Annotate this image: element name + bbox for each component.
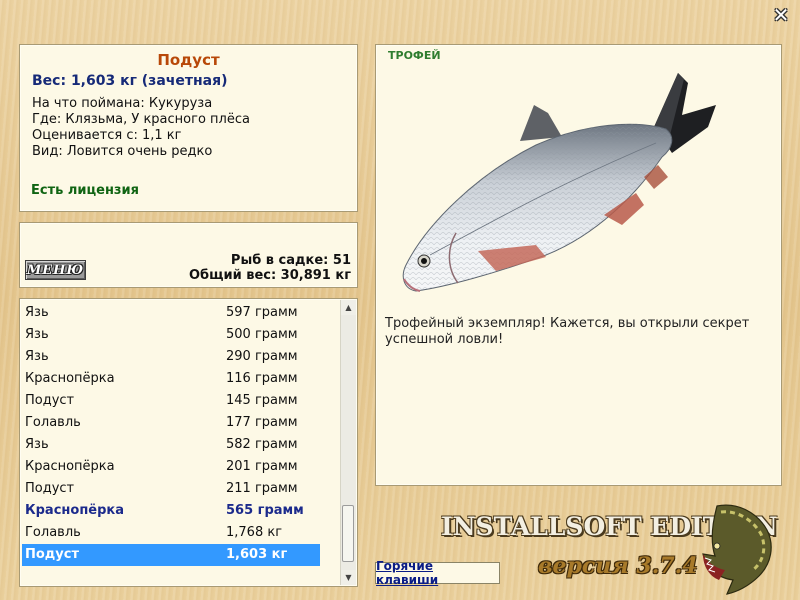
list-item[interactable]: Подуст 211 грамм: [22, 478, 320, 500]
list-item-name: Краснопёрка: [25, 503, 125, 518]
list-item-name: Язь: [25, 327, 49, 342]
fish-count: Рыб в садке: 51: [230, 253, 351, 268]
list-item-weight: 597 грамм: [226, 305, 298, 320]
catch-summary-panel: МЕНЮ Рыб в садке: 51 Общий вес: 30,891 к…: [19, 222, 358, 288]
list-item[interactable]: Краснопёрка 116 грамм: [22, 368, 320, 390]
catch-list[interactable]: Язь 597 грамм Язь 500 грамм Язь 290 грам…: [19, 298, 358, 587]
list-item[interactable]: Язь 500 грамм: [22, 324, 320, 346]
version-label: версия 3.7.4: [538, 553, 698, 579]
trophy-label: ТРОФЕЙ: [388, 49, 441, 62]
list-item-weight: 500 грамм: [226, 327, 298, 342]
list-item[interactable]: Голавль 177 грамм: [22, 412, 320, 434]
list-item-weight: 177 грамм: [226, 415, 298, 430]
list-item-name: Краснопёрка: [25, 371, 115, 386]
list-item-selected[interactable]: Подуст 1,603 кг: [22, 544, 320, 566]
scroll-thumb[interactable]: [342, 505, 354, 562]
fish-bait: На что поймана: Кукуруза: [32, 96, 213, 111]
scroll-up-arrow-icon[interactable]: ▲: [341, 300, 356, 315]
fish-location: Где: Клязьма, У красного плёса: [32, 112, 250, 127]
fish-info-panel: Подуст Вес: 1,603 кг (зачетная) На что п…: [19, 44, 358, 212]
fish-image: [402, 73, 716, 292]
trophy-description: Трофейный экземпляр! Кажется, вы открыли…: [385, 316, 750, 347]
list-item-weight: 290 грамм: [226, 349, 298, 364]
list-item-name: Краснопёрка: [25, 459, 115, 474]
pike-logo-icon: [702, 504, 772, 595]
fish-weight: Вес: 1,603 кг (зачетная): [32, 73, 228, 89]
close-icon[interactable]: ✕: [770, 3, 792, 27]
list-item[interactable]: Подуст 145 грамм: [22, 390, 320, 412]
list-item-highlighted[interactable]: Краснопёрка 565 грамм: [22, 500, 320, 522]
list-item[interactable]: Язь 582 грамм: [22, 434, 320, 456]
list-item[interactable]: Голавль 1,768 кг: [22, 522, 320, 544]
list-item[interactable]: Язь 597 грамм: [22, 302, 320, 324]
list-item-name: Голавль: [25, 525, 81, 540]
list-item-weight: 145 грамм: [226, 393, 298, 408]
list-item-weight: 565 грамм: [226, 503, 304, 518]
list-item-name: Подуст: [25, 547, 80, 562]
list-item-name: Подуст: [25, 393, 75, 408]
list-item[interactable]: Краснопёрка 201 грамм: [22, 456, 320, 478]
list-item-weight: 116 грамм: [226, 371, 298, 386]
list-item-name: Подуст: [25, 481, 75, 496]
list-item-weight: 211 грамм: [226, 481, 298, 496]
list-item-weight: 1,603 кг: [226, 547, 288, 562]
list-scrollbar[interactable]: ▲ ▼: [340, 300, 356, 585]
list-item-weight: 582 грамм: [226, 437, 298, 452]
license-status: Есть лицензия: [31, 183, 139, 198]
scroll-down-arrow-icon[interactable]: ▼: [341, 570, 356, 585]
fish-valued-from: Оценивается с: 1,1 кг: [32, 128, 182, 143]
fish-name: Подуст: [157, 51, 220, 69]
list-item-name: Голавль: [25, 415, 81, 430]
list-item-weight: 201 грамм: [226, 459, 298, 474]
list-item-name: Язь: [25, 349, 49, 364]
trophy-panel: ТРОФЕЙ Трофейный экземпляр! Кажется, вы …: [375, 44, 782, 486]
total-weight: Общий вес: 30,891 кг: [188, 268, 351, 283]
list-item[interactable]: Язь 290 грамм: [22, 346, 320, 368]
hotkeys-button[interactable]: Горячие клавиши: [375, 559, 500, 587]
list-item-weight: 1,768 кг: [226, 525, 283, 540]
fish-rarity: Вид: Ловится очень редко: [32, 144, 213, 159]
list-item-name: Язь: [25, 437, 49, 452]
menu-button[interactable]: МЕНЮ: [25, 260, 86, 280]
list-item-name: Язь: [25, 305, 49, 320]
